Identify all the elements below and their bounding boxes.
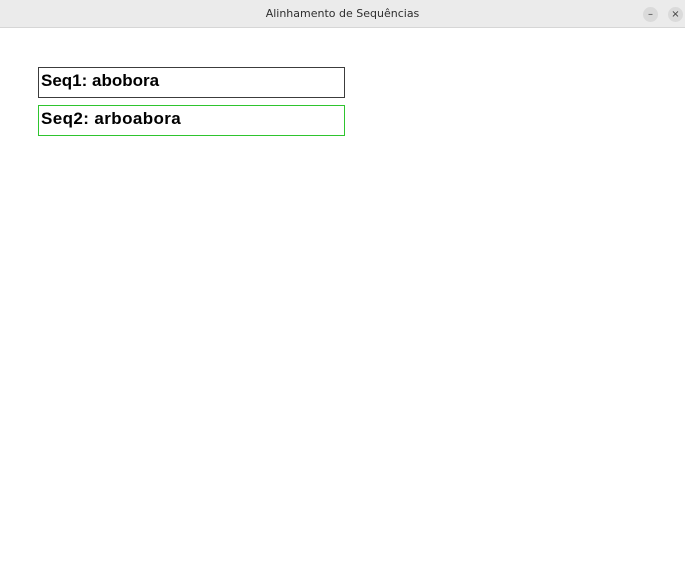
window-title: Alinhamento de Sequências	[265, 7, 420, 20]
close-icon[interactable]: ×	[668, 7, 683, 22]
minimize-icon[interactable]: –	[643, 7, 658, 22]
sequence-2-box: Seq2: arboabora	[38, 105, 345, 136]
app-window: Alinhamento de Sequências – × Seq1: abob…	[0, 0, 685, 565]
title-bar[interactable]: Alinhamento de Sequências – ×	[0, 0, 685, 28]
sequence-1-box: Seq1: abobora	[38, 67, 345, 98]
canvas-area: Seq1: abobora Seq2: arboabora	[0, 28, 685, 565]
